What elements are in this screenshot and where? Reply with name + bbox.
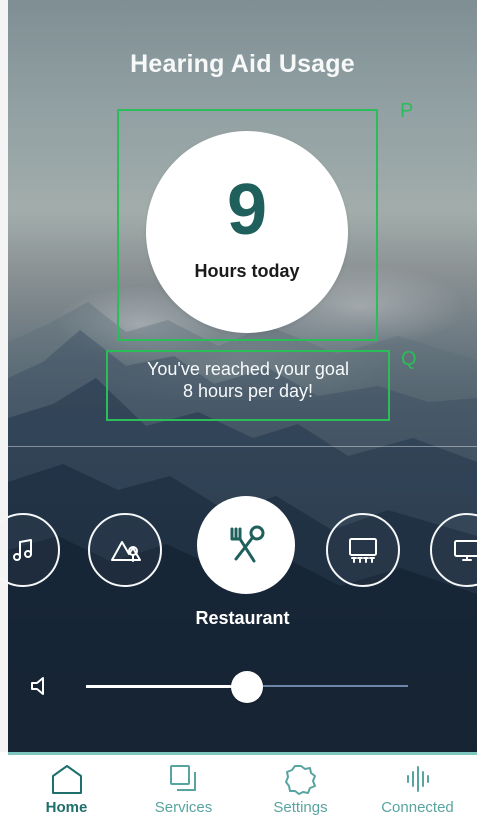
nav-services-label: Services (154, 799, 213, 816)
program-outdoor-button[interactable] (88, 513, 162, 587)
annotation-label-p: P (400, 100, 414, 122)
selected-program-name: Restaurant (195, 608, 290, 628)
program-selector (0, 496, 477, 606)
section-divider (8, 446, 477, 447)
left-edge-strip (0, 0, 8, 752)
restaurant-icon (230, 525, 265, 563)
usage-hours-value: 9 (226, 170, 268, 250)
music-note-icon (13, 539, 32, 561)
volume-slider-fill (86, 685, 247, 688)
theater-icon (349, 538, 377, 563)
goal-message: You've reached your goal 8 hours per day… (110, 358, 386, 402)
app-screen: Hearing Aid Usage P Q 9 Hours today You'… (0, 0, 477, 820)
nav-settings[interactable]: Settings (242, 755, 359, 820)
nav-settings-label: Settings (273, 799, 328, 816)
volume-slider[interactable] (86, 668, 408, 704)
nav-home[interactable]: Home (8, 755, 125, 820)
home-icon (51, 765, 82, 794)
connected-icon (406, 766, 429, 792)
usage-hours-caption: Hours today (194, 261, 300, 281)
program-restaurant-button[interactable] (197, 496, 295, 594)
page-title: Hearing Aid Usage (130, 50, 355, 78)
speaker-icon (31, 677, 44, 695)
nav-services[interactable]: Services (125, 755, 242, 820)
annotation-label-q: Q (401, 348, 417, 370)
services-icon (169, 765, 196, 791)
program-tv-button[interactable] (430, 513, 477, 587)
outdoor-icon (111, 541, 141, 562)
usage-summary-card: 9 Hours today (146, 131, 348, 333)
goal-message-line-2: 8 hours per day! (182, 381, 314, 401)
nav-connected[interactable]: Connected (359, 755, 476, 820)
program-theater-button[interactable] (326, 513, 400, 587)
goal-message-line-1: You've reached your goal (147, 359, 349, 379)
settings-icon (284, 765, 316, 795)
tv-icon (454, 540, 477, 561)
bottom-navigation: Home Services Settings Connected (8, 755, 477, 820)
volume-slider-thumb[interactable] (231, 671, 263, 703)
program-music-button[interactable] (0, 513, 60, 587)
nav-home-label: Home (45, 799, 88, 816)
nav-connected-label: Connected (381, 799, 454, 816)
